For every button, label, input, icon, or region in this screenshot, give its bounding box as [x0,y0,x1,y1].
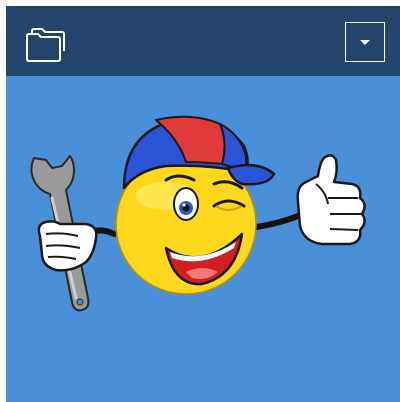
folder-button[interactable] [24,21,72,65]
content-area [6,76,400,402]
dropdown-button[interactable] [345,22,385,62]
top-bar [6,6,400,76]
app-window [6,6,400,402]
thumbs-up-icon [296,154,366,246]
left-glove-icon [37,220,98,272]
folder-icon [26,28,65,62]
caret-down-icon [360,40,370,45]
mascot-illustration [30,115,366,312]
